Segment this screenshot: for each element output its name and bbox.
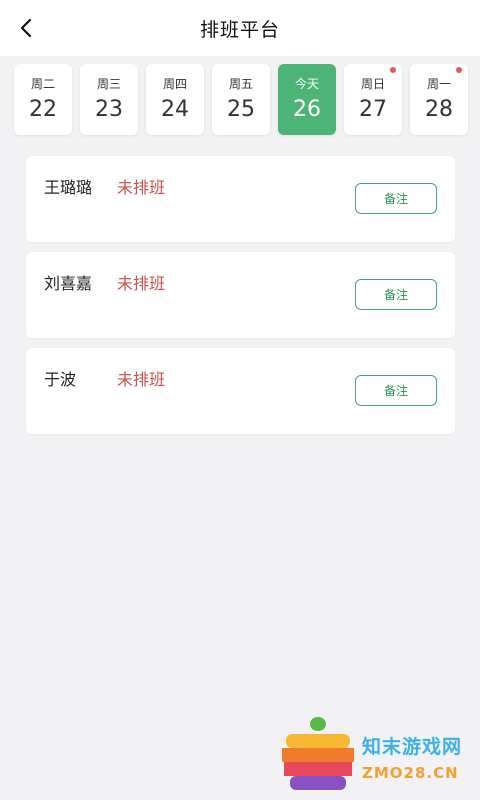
weekday-label: 周三: [96, 77, 121, 91]
notification-dot: [456, 67, 462, 73]
staff-card: 王璐璐 未排班 备注: [26, 156, 455, 242]
watermark-text-en: ZMO28.CN: [362, 764, 459, 782]
date-tab-27[interactable]: 周日 27: [344, 64, 402, 135]
day-number: 28: [425, 97, 453, 122]
staff-list: 王璐璐 未排班 备注 刘喜嘉 未排班 备注 于波 未排班 备注: [26, 156, 455, 444]
staff-card: 于波 未排班 备注: [26, 348, 455, 434]
schedule-status: 未排班: [117, 370, 166, 389]
date-tab-28[interactable]: 周一 28: [410, 64, 468, 135]
day-number: 23: [95, 97, 123, 122]
day-number: 27: [359, 97, 387, 122]
date-tab-24[interactable]: 周四 24: [146, 64, 204, 135]
weekday-label: 周日: [360, 77, 385, 91]
schedule-status: 未排班: [117, 178, 166, 197]
staff-name: 刘喜嘉: [44, 274, 93, 293]
date-tab-26[interactable]: 今天 26: [278, 64, 336, 135]
weekday-label: 周五: [228, 77, 253, 91]
watermark: 知末游戏网 ZMO28.CN: [278, 712, 478, 796]
date-selector: 周二 22 周三 23 周四 24 周五 25 今天 26 周日 27 周一 2…: [14, 64, 470, 136]
day-number: 24: [161, 97, 189, 122]
date-tab-25[interactable]: 周五 25: [212, 64, 270, 135]
date-tab-22[interactable]: 周二 22: [14, 64, 72, 135]
watermark-text-cn: 知末游戏网: [362, 736, 463, 758]
schedule-status: 未排班: [117, 274, 166, 293]
day-number: 26: [293, 97, 321, 122]
staff-name: 于波: [44, 370, 77, 389]
staff-card: 刘喜嘉 未排班 备注: [26, 252, 455, 338]
page-title: 排班平台: [199, 19, 280, 41]
apple-logo-icon: [282, 717, 354, 790]
date-tab-23[interactable]: 周三 23: [80, 64, 138, 135]
weekday-label: 周一: [426, 77, 451, 91]
note-button[interactable]: 备注: [355, 279, 437, 310]
weekday-label: 周二: [30, 77, 55, 91]
weekday-label: 今天: [294, 77, 319, 91]
weekday-label: 周四: [162, 77, 187, 91]
day-number: 25: [227, 97, 255, 122]
note-button[interactable]: 备注: [355, 375, 437, 406]
note-button[interactable]: 备注: [355, 183, 437, 214]
day-number: 22: [29, 97, 57, 122]
notification-dot: [390, 67, 396, 73]
staff-name: 王璐璐: [44, 178, 93, 197]
top-bar: 排班平台: [0, 0, 480, 56]
